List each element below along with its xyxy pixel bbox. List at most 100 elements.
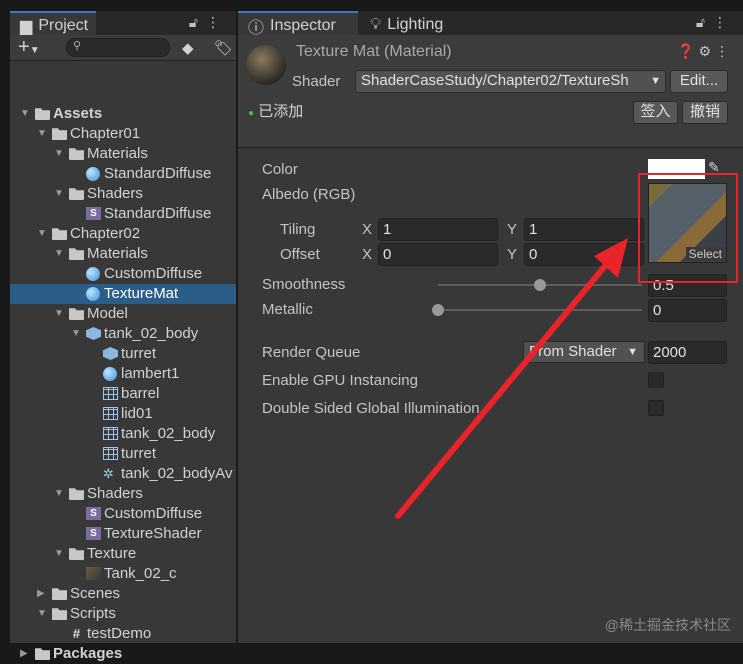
expand-arrow-icon[interactable]: ▼ (54, 184, 64, 204)
expand-arrow-icon[interactable]: ▼ (20, 104, 30, 124)
tiling-y-label: Y (507, 221, 518, 238)
smoothness-field[interactable]: 0.5 (648, 274, 727, 297)
tree-item[interactable]: # testDemo (10, 624, 236, 644)
smoothness-slider-knob[interactable] (534, 279, 546, 291)
expand-arrow-icon[interactable]: ▼ (54, 144, 64, 164)
expand-arrow-icon[interactable]: ▼ (37, 224, 47, 244)
offset-x-field[interactable]: 0 (378, 243, 498, 266)
metallic-slider[interactable] (438, 309, 642, 311)
metallic-field[interactable]: 0 (648, 299, 727, 322)
tree-item[interactable]: CustomDiffuse (10, 264, 236, 284)
expand-arrow-icon[interactable]: ▶ (37, 584, 45, 604)
tab-project[interactable]: ▆ Project (10, 11, 97, 35)
checkin-button[interactable]: 签入 (633, 101, 678, 124)
folder-icon (52, 128, 67, 140)
lightbulb-icon: 💡︎ (370, 16, 382, 33)
edit-shader-button[interactable]: Edit... (670, 70, 728, 93)
offset-y-label: Y (507, 246, 518, 263)
offset-y-field[interactable]: 0 (524, 243, 644, 266)
gpu-instancing-checkbox[interactable] (648, 372, 664, 388)
tree-item[interactable]: ▼ tank_02_body (10, 324, 236, 344)
tree-item[interactable]: S TextureShader (10, 524, 236, 544)
label-icon[interactable]: 🏷︎ (214, 39, 233, 57)
tree-item[interactable]: ▼ Assets (10, 104, 236, 124)
tree-item-label: Shaders (87, 485, 143, 502)
expand-arrow-icon[interactable]: ▼ (54, 484, 64, 504)
expand-arrow-icon[interactable]: ▼ (71, 324, 81, 344)
texture-select-button[interactable]: Select (685, 247, 725, 261)
tree-item-label: Model (87, 305, 128, 322)
filter-type-icon[interactable]: ◆ (182, 39, 194, 57)
render-queue-label: Render Queue (262, 344, 361, 361)
shader-icon: S (86, 207, 101, 220)
search-icon: ⚲ (73, 40, 82, 52)
tree-item[interactable]: turret (10, 344, 236, 364)
tree-item[interactable]: ▼ Chapter02 (10, 224, 236, 244)
tree-item[interactable]: ▼ Texture (10, 544, 236, 564)
tree-item-label: Texture (87, 545, 137, 562)
tree-item[interactable]: lid01 (10, 404, 236, 424)
tree-item[interactable]: ▼ Model (10, 304, 236, 324)
material-icon (86, 167, 100, 181)
tree-item[interactable]: TextureMat (10, 284, 236, 304)
tree-item[interactable]: S StandardDiffuse (10, 204, 236, 224)
tree-item-label: TextureShader (104, 525, 202, 542)
tree-item[interactable]: ▶ Packages (10, 644, 236, 664)
expand-arrow-icon[interactable]: ▼ (54, 244, 64, 264)
tree-item[interactable]: lambert1 (10, 364, 236, 384)
tiling-x-label: X (362, 221, 373, 238)
tree-item[interactable]: tank_02_body (10, 424, 236, 444)
tree-item[interactable]: S CustomDiffuse (10, 504, 236, 524)
add-dropdown-button[interactable]: +▼ (18, 36, 40, 59)
tiling-y-field[interactable]: 1 (524, 218, 644, 241)
tree-item[interactable]: ▼ Shaders (10, 184, 236, 204)
material-title: Texture Mat (Material) (296, 43, 452, 60)
lock-menu-icons[interactable]: 🔓︎⋮ (696, 14, 735, 31)
expand-arrow-icon[interactable]: ▼ (37, 124, 47, 144)
top-toolbar (0, 0, 743, 10)
lock-menu-icons[interactable]: 🔓︎⋮ (189, 14, 228, 31)
color-label: Color (262, 161, 298, 178)
shader-dropdown[interactable]: ShaderCaseStudy/Chapter02/TextureSh ▼ (355, 70, 666, 93)
expand-arrow-icon[interactable]: ▶ (20, 644, 28, 664)
render-queue-field[interactable]: 2000 (648, 341, 727, 364)
search-input[interactable]: ⚲ (66, 38, 170, 57)
texture-icon (86, 567, 101, 580)
eyedropper-icon[interactable]: ✎ (708, 159, 720, 176)
expand-arrow-icon[interactable]: ▼ (37, 604, 47, 624)
double-sided-gi-checkbox[interactable] (648, 400, 664, 416)
expand-arrow-icon[interactable]: ▼ (54, 544, 64, 564)
tree-item[interactable]: ▼ Materials (10, 244, 236, 264)
metallic-slider-knob[interactable] (432, 304, 444, 316)
mesh-icon (103, 387, 118, 400)
tree-item-label: CustomDiffuse (104, 265, 203, 282)
avatar-icon: ✲ (103, 466, 114, 481)
header-icons[interactable]: ❓⚙⋮ (677, 43, 733, 60)
tree-item[interactable]: ✲ tank_02_bodyAv (10, 464, 236, 484)
tree-item[interactable]: StandardDiffuse (10, 164, 236, 184)
tree-item[interactable]: ▶ Scenes (10, 584, 236, 604)
tree-item[interactable]: barrel (10, 384, 236, 404)
revert-button[interactable]: 撤销 (682, 101, 728, 124)
tree-item[interactable]: ▼ Chapter01 (10, 124, 236, 144)
tree-item[interactable]: Tank_02_c (10, 564, 236, 584)
tree-item-label: tank_02_body (104, 325, 199, 342)
tiling-x-field[interactable]: 1 (378, 218, 498, 241)
render-queue-dropdown[interactable]: From Shader ▼ (523, 341, 645, 363)
tree-item[interactable]: ▼ Shaders (10, 484, 236, 504)
tab-inspector[interactable]: ⓘ Inspector (238, 11, 358, 37)
prefab-icon (103, 347, 118, 360)
tree-item-label: TextureMat (104, 285, 179, 302)
expand-arrow-icon[interactable]: ▼ (54, 304, 64, 324)
tree-item[interactable]: turret (10, 444, 236, 464)
tree-item-label: Packages (53, 645, 123, 662)
albedo-texture-slot[interactable]: Select (648, 183, 727, 263)
tree-item[interactable]: ▼ Scripts (10, 604, 236, 624)
tree-item-label: Assets (53, 105, 103, 122)
tab-lighting[interactable]: 💡︎ Lighting (360, 11, 451, 35)
color-swatch[interactable] (648, 159, 705, 179)
material-icon (86, 267, 100, 281)
tree-item[interactable]: ▼ Materials (10, 144, 236, 164)
tree-item-label: StandardDiffuse (104, 205, 212, 222)
project-tabbar: ▆ Project 🔓︎⋮ (10, 11, 236, 35)
